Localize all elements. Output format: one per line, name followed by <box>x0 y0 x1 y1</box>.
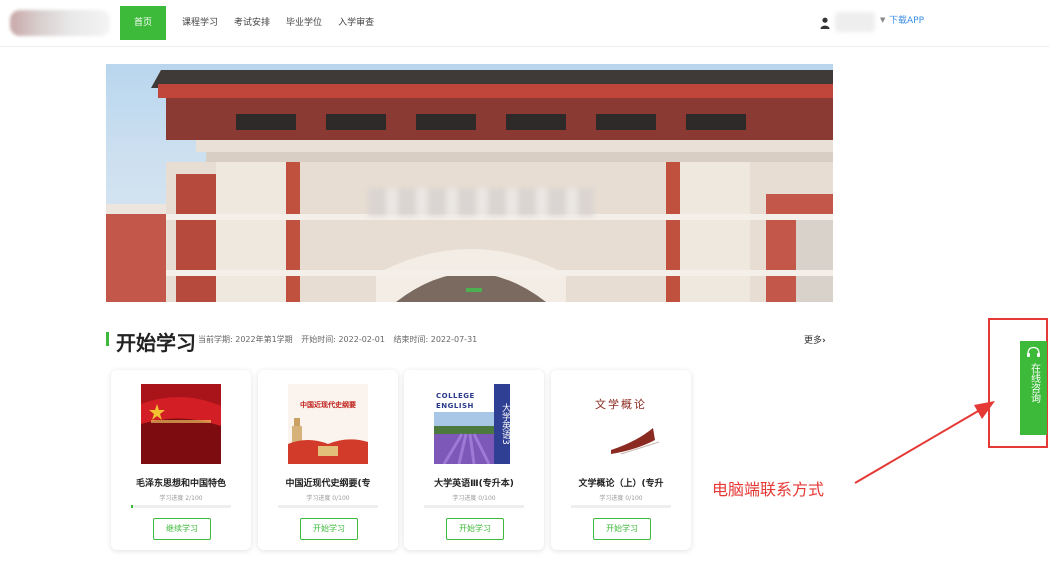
progress-bar <box>278 505 378 508</box>
continue-study-button[interactable]: 继续学习 <box>153 518 211 540</box>
course-cover: 中国近现代史纲要 <box>288 384 368 464</box>
course-title: 中国近现代史纲要(专 <box>285 479 371 489</box>
progress-bar <box>571 505 671 508</box>
progress-fill <box>131 505 133 508</box>
cover-title-line-2: ENGLISH <box>436 402 474 410</box>
course-title: 大学英语Ⅲ(专升本) <box>434 479 514 489</box>
progress-bar <box>131 505 231 508</box>
course-card[interactable]: COLLEGE ENGLISH 大学英语3 大学英语Ⅲ(专升本) 学习进度 0/… <box>404 370 544 550</box>
nav-graduation-degree[interactable]: 毕业学位 <box>278 6 330 40</box>
course-title: 毛泽东思想和中国特色 <box>135 479 226 489</box>
start-study-button[interactable]: 开始学习 <box>446 518 504 540</box>
lavender-field-image <box>434 412 494 464</box>
section-title: 开始学习 <box>116 331 196 355</box>
cover-title-line-1: COLLEGE <box>436 392 475 400</box>
campus-banner <box>106 64 833 302</box>
course-cover: COLLEGE ENGLISH 大学英语3 <box>434 384 514 464</box>
chevron-right-icon: › <box>822 336 826 346</box>
progress-bar <box>424 505 524 508</box>
progress-text: 学习进度 2/100 <box>159 495 203 502</box>
progress-text: 学习进度 0/100 <box>306 495 350 502</box>
start-study-button[interactable]: 开始学习 <box>593 518 651 540</box>
course-cover: 文学概论 <box>581 384 661 464</box>
caret-down-icon: ▼ <box>880 16 886 24</box>
nav-home[interactable]: 首页 <box>120 6 167 40</box>
more-label: 更多 <box>804 336 823 346</box>
history-cover-image <box>288 418 368 464</box>
headset-icon <box>1027 346 1040 357</box>
nav-course-study[interactable]: 课程学习 <box>174 6 226 40</box>
course-card[interactable]: 毛泽东思想和中国特色 学习进度 2/100 继续学习 <box>111 370 251 550</box>
online-consult-button[interactable]: 在线咨询 <box>1020 341 1047 435</box>
course-title: 文学概论（上）(专升 <box>578 479 664 489</box>
flag-cover-image <box>141 384 221 464</box>
end-time: 结束时间: 2022-07-31 <box>393 335 478 344</box>
school-logo[interactable] <box>10 10 110 36</box>
nav-admission-review[interactable]: 入学审查 <box>330 6 382 40</box>
campus-building-image <box>106 70 833 302</box>
progress-text: 学习进度 0/100 <box>599 495 643 502</box>
school-name-blurred <box>368 188 594 216</box>
section-accent-bar <box>106 332 109 346</box>
course-card[interactable]: 中国近现代史纲要 中国近现代史纲要(专 学习进度 0/100 开始学习 <box>258 370 398 550</box>
start-time: 开始时间: 2022-02-01 <box>301 335 385 344</box>
online-consult-label: 在线咨询 <box>1028 363 1040 403</box>
top-bar: 首页 课程学习 考试安排 毕业学位 入学审查 ▼ 下载APP <box>0 0 1049 47</box>
more-link[interactable]: 更多› <box>804 333 826 346</box>
annotation-label: 电脑端联系方式 <box>712 480 825 499</box>
start-study-button[interactable]: 开始学习 <box>300 518 358 540</box>
user-icon[interactable] <box>820 17 830 29</box>
term-info: 当前学期: 2022年第1学期 开始时间: 2022-02-01 结束时间: 2… <box>198 334 483 345</box>
cover-title-vertical: 大学英语3 <box>494 384 510 464</box>
progress-text: 学习进度 0/100 <box>452 495 496 502</box>
current-term: 当前学期: 2022年第1学期 <box>198 335 293 344</box>
ink-brush-image <box>611 428 660 455</box>
download-app-link[interactable]: 下载APP <box>889 13 924 26</box>
course-card[interactable]: 文学概论 文学概论（上）(专升 学习进度 0/100 开始学习 <box>551 370 691 550</box>
course-cover <box>141 384 221 464</box>
nav-exam-schedule[interactable]: 考试安排 <box>226 6 278 40</box>
main-nav: 首页 课程学习 考试安排 毕业学位 入学审查 <box>120 6 382 40</box>
annotation-arrow <box>854 401 995 484</box>
user-name-blurred[interactable] <box>835 12 875 32</box>
